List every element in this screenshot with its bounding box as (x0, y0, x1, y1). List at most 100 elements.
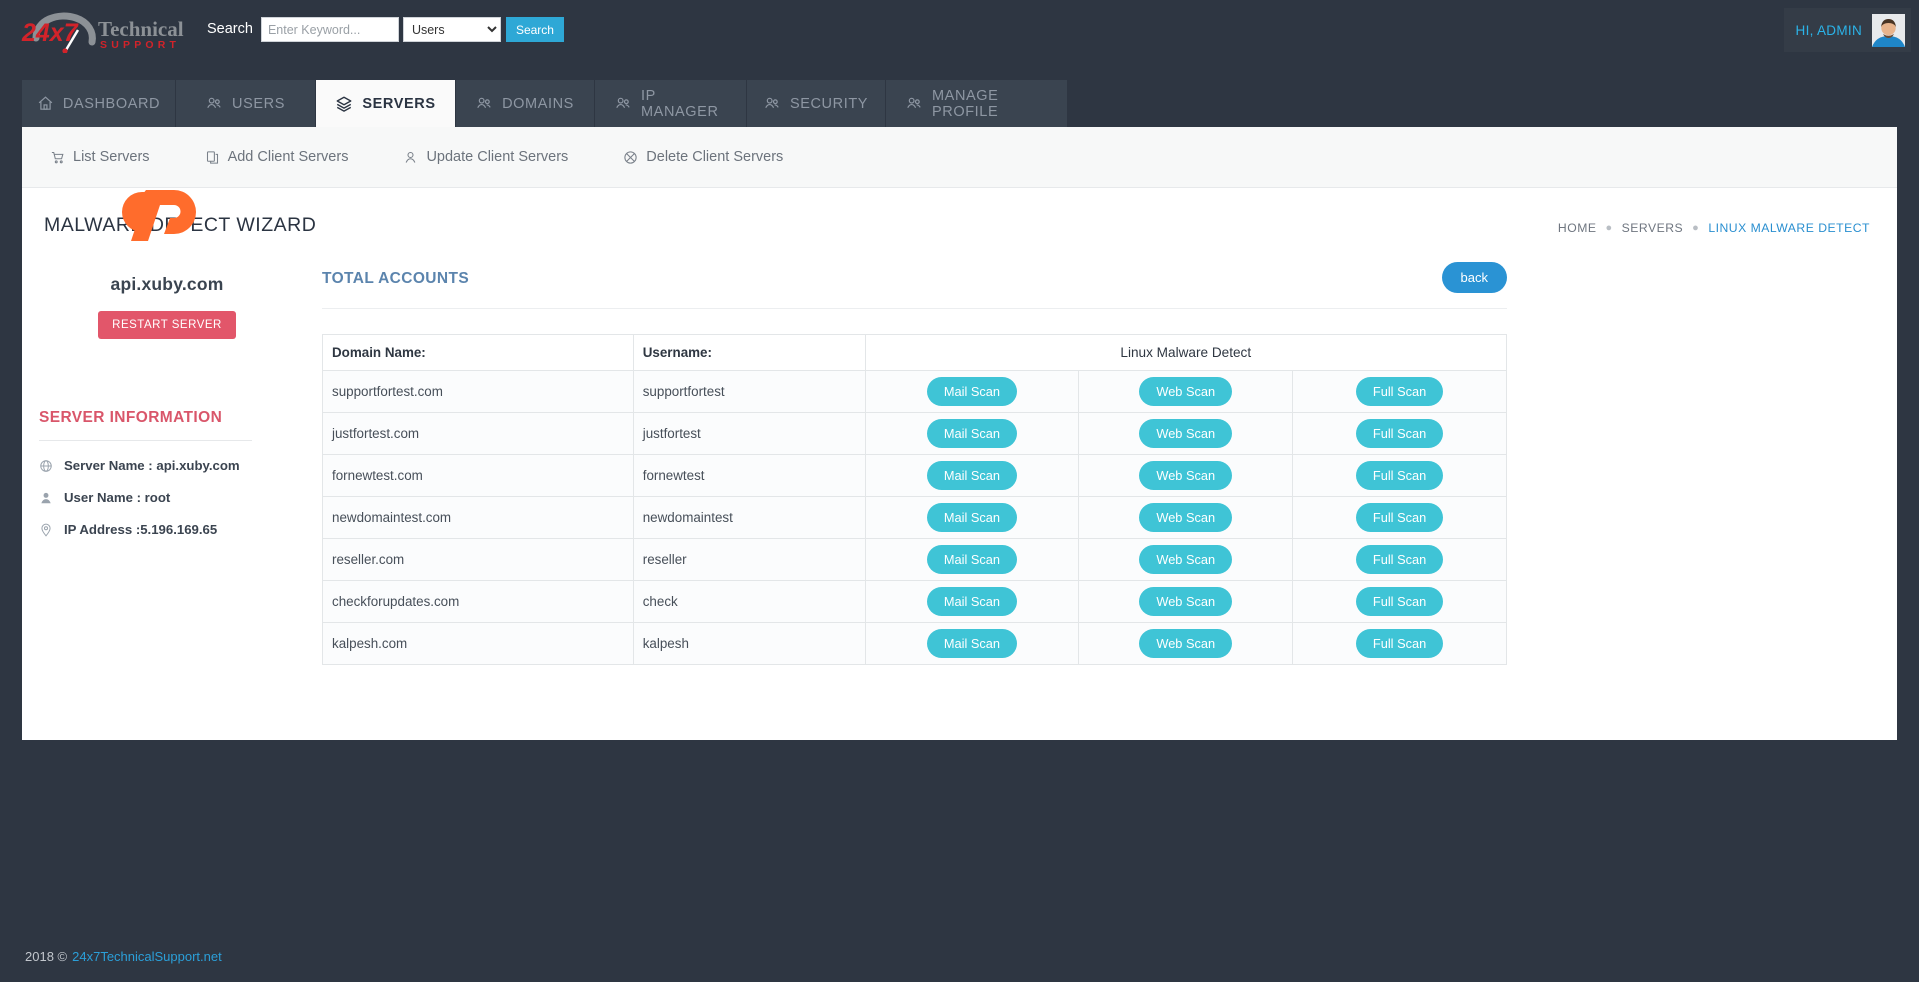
full-scan-button[interactable]: Full Scan (1356, 503, 1443, 532)
table-header: Domain Name: Username: Linux Malware Det… (323, 335, 1507, 371)
tab-label: Dashboard (63, 96, 160, 112)
subnav-label: Update Client Servers (426, 149, 568, 165)
full-scan-button[interactable]: Full Scan (1356, 545, 1443, 574)
cell-domain: kalpesh.com (323, 623, 634, 665)
tab-security[interactable]: Security (747, 80, 886, 127)
server-side-panel: api.xuby.com RESTART SERVER SERVER INFOR… (22, 158, 312, 554)
breadcrumb-item-servers[interactable]: SERVERS (1622, 221, 1684, 235)
avatar[interactable] (1872, 14, 1905, 47)
mail-scan-button[interactable]: Mail Scan (927, 461, 1017, 490)
mail-scan-button[interactable]: Mail Scan (927, 377, 1017, 406)
mail-scan-button[interactable]: Mail Scan (927, 629, 1017, 658)
cell-full-scan: Full Scan (1293, 497, 1507, 539)
breadcrumb-item-home[interactable]: HOME (1558, 221, 1597, 235)
cell-mail-scan: Mail Scan (865, 497, 1079, 539)
users-icon (615, 95, 632, 112)
table-row: fornewtest.com fornewtest Mail Scan Web … (323, 455, 1507, 497)
tab-users[interactable]: Users (176, 80, 316, 127)
cell-full-scan: Full Scan (1293, 623, 1507, 665)
full-scan-button[interactable]: Full Scan (1356, 419, 1443, 448)
footer-copyright: 2018 © (25, 949, 67, 964)
search-bar: Search Users Search (207, 17, 564, 42)
web-scan-button[interactable]: Web Scan (1139, 587, 1232, 616)
cell-mail-scan: Mail Scan (865, 581, 1079, 623)
restart-server-button[interactable]: RESTART SERVER (98, 311, 236, 339)
cell-full-scan: Full Scan (1293, 581, 1507, 623)
server-info-text: User Name : root (64, 490, 170, 505)
tab-label: Manage Profile (932, 88, 1047, 120)
tab-dashboard[interactable]: Dashboard (22, 80, 176, 127)
web-scan-button[interactable]: Web Scan (1139, 545, 1232, 574)
table-row: kalpesh.com kalpesh Mail Scan Web Scan F… (323, 623, 1507, 665)
subnav-item-update-client-servers[interactable]: Update Client Servers (403, 149, 568, 165)
cell-web-scan: Web Scan (1079, 581, 1293, 623)
breadcrumb-separator: ● (1692, 222, 1699, 234)
server-hostname: api.xuby.com (22, 274, 312, 295)
mail-scan-button[interactable]: Mail Scan (927, 419, 1017, 448)
subnav-label: Delete Client Servers (646, 149, 783, 165)
tab-manage-profile[interactable]: Manage Profile (886, 80, 1067, 127)
accounts-panel: TOTAL ACCOUNTS back Domain Name: Usernam… (322, 262, 1507, 665)
tab-label: Security (790, 96, 868, 112)
full-scan-button[interactable]: Full Scan (1356, 587, 1443, 616)
web-scan-button[interactable]: Web Scan (1139, 503, 1232, 532)
search-button[interactable]: Search (506, 17, 564, 42)
web-scan-button[interactable]: Web Scan (1139, 629, 1232, 658)
cell-username: kalpesh (633, 623, 865, 665)
tab-servers[interactable]: Servers (316, 80, 456, 127)
users-icon (906, 95, 923, 112)
total-accounts-title: TOTAL ACCOUNTS (322, 270, 469, 288)
full-scan-button[interactable]: Full Scan (1356, 461, 1443, 490)
full-scan-button[interactable]: Full Scan (1356, 629, 1443, 658)
table-body: supportfortest.com supportfortest Mail S… (323, 371, 1507, 665)
cell-web-scan: Web Scan (1079, 497, 1293, 539)
column-header-username: Username: (633, 335, 865, 371)
server-info-row-user-name: User Name : root (39, 490, 312, 505)
layers-icon (335, 95, 353, 113)
search-label: Search (207, 22, 253, 37)
cell-web-scan: Web Scan (1079, 371, 1293, 413)
cell-mail-scan: Mail Scan (865, 413, 1079, 455)
mail-scan-button[interactable]: Mail Scan (927, 545, 1017, 574)
mail-scan-button[interactable]: Mail Scan (927, 587, 1017, 616)
globe-icon (39, 459, 53, 473)
users-icon (764, 95, 781, 112)
table-row: newdomaintest.com newdomaintest Mail Sca… (323, 497, 1507, 539)
cell-mail-scan: Mail Scan (865, 371, 1079, 413)
cpanel-logo-icon (22, 180, 312, 252)
cell-full-scan: Full Scan (1293, 413, 1507, 455)
breadcrumb-separator: ● (1605, 222, 1612, 234)
divider (39, 440, 252, 441)
user-icon (403, 150, 418, 165)
table-row: reseller.com reseller Mail Scan Web Scan… (323, 539, 1507, 581)
divider (322, 308, 1507, 309)
table-header-row: Domain Name: Username: Linux Malware Det… (323, 335, 1507, 371)
subnav-item-delete-client-servers[interactable]: Delete Client Servers (623, 149, 783, 165)
footer-link[interactable]: 24x7TechnicalSupport.net (72, 949, 222, 964)
column-header-domain: Domain Name: (323, 335, 634, 371)
web-scan-button[interactable]: Web Scan (1139, 461, 1232, 490)
back-button[interactable]: back (1442, 262, 1507, 293)
home-icon (37, 95, 54, 112)
cell-domain: newdomaintest.com (323, 497, 634, 539)
svg-text:SUPPORT: SUPPORT (100, 39, 180, 51)
full-scan-button[interactable]: Full Scan (1356, 377, 1443, 406)
cell-username: newdomaintest (633, 497, 865, 539)
search-input[interactable] (261, 17, 399, 42)
tab-domains[interactable]: Domains (456, 80, 595, 127)
server-info-text: Server Name : api.xuby.com (64, 458, 240, 473)
server-info-text: IP Address :5.196.169.65 (64, 522, 217, 537)
web-scan-button[interactable]: Web Scan (1139, 419, 1232, 448)
footer: 2018 © 24x7TechnicalSupport.net (0, 930, 1919, 982)
web-scan-button[interactable]: Web Scan (1139, 377, 1232, 406)
cell-web-scan: Web Scan (1079, 539, 1293, 581)
accounts-table: Domain Name: Username: Linux Malware Det… (322, 334, 1507, 665)
search-scope-select[interactable]: Users (403, 17, 501, 42)
table-row: checkforupdates.com check Mail Scan Web … (323, 581, 1507, 623)
tab-ip-manager[interactable]: IP Manager (595, 80, 747, 127)
brand-logo[interactable]: 24x7 Technical SUPPORT (14, 8, 189, 53)
greeting-label: HI, ADMIN (1796, 23, 1862, 38)
cell-full-scan: Full Scan (1293, 371, 1507, 413)
mail-scan-button[interactable]: Mail Scan (927, 503, 1017, 532)
user-menu[interactable]: HI, ADMIN (1784, 8, 1911, 52)
